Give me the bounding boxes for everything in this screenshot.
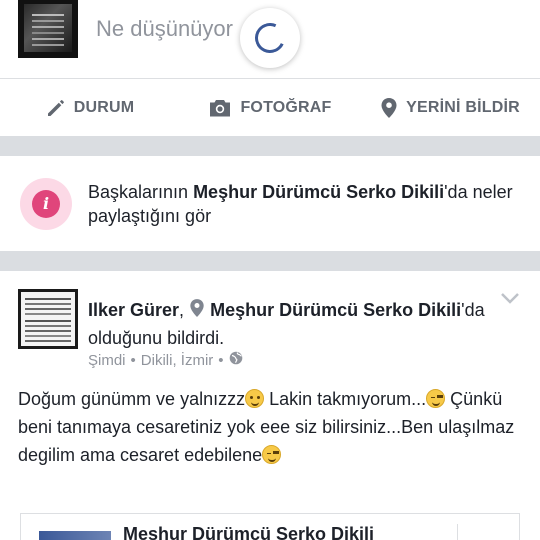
suggestion-place-link[interactable]: Meşhur Dürümcü Serko Dikili [193,182,444,202]
feed-post: Ilker Gürer, Meşhur Dürümcü Serko Dikili… [0,271,540,540]
smile-emoji-icon [245,389,265,408]
status-button[interactable]: DURUM [0,79,180,136]
spinner-icon [250,18,290,58]
location-pin-icon [189,298,205,325]
feed-separator [0,251,540,271]
divider [457,524,458,540]
checkin-label: YERİNİ BİLDİR [406,98,520,116]
suggestion-text: Başkalarının Meşhur Dürümcü Serko Dikili… [88,182,513,226]
user-avatar[interactable] [18,0,78,58]
shared-place-card[interactable]: Meşhur Dürümcü Serko Dikili [20,513,520,540]
composer-input[interactable]: Ne düşünüyor [96,16,233,42]
post-location[interactable]: Dikili, İzmir [141,352,214,369]
post-header: Ilker Gürer, Meşhur Dürümcü Serko Dikili… [88,298,485,348]
location-pin-icon [380,97,398,119]
info-badge: i [20,178,72,230]
wink-emoji-icon [262,445,282,464]
meta-dot: • [130,351,136,369]
post-meta: Şimdi • Dikili, İzmir • [88,351,243,369]
feed-separator [0,136,540,156]
place-name-link[interactable]: Meşhur Dürümcü Serko Dikili [210,300,461,320]
photo-label: FOTOĞRAF [240,98,332,116]
camera-icon [208,98,232,118]
info-icon: i [32,190,60,218]
photo-button[interactable]: FOTOĞRAF [180,79,360,136]
shared-place-title: Meşhur Dürümcü Serko Dikili [123,524,375,540]
checkin-button[interactable]: YERİNİ BİLDİR [360,79,540,136]
author-avatar[interactable] [18,289,78,349]
place-thumbnail [39,531,111,540]
composer-actions: DURUM FOTOĞRAF YERİNİ BİLDİR [0,79,540,136]
author-name-link[interactable]: Ilker Gürer [88,300,179,320]
wink-emoji-icon [426,389,446,408]
post-timestamp[interactable]: Şimdi [88,352,126,369]
suggestion-card[interactable]: i Başkalarının Meşhur Dürümcü Serko Diki… [0,156,540,251]
loading-spinner [240,8,300,68]
chevron-down-icon[interactable] [500,291,520,310]
pencil-icon [46,98,66,118]
post-text: Doğum günümm ve yalnızzz Lakin takmıyoru… [18,389,515,465]
meta-dot: • [218,351,224,369]
composer: Ne düşünüyor DURUM FOTOĞRAF YERİNİ BİLDİ… [0,0,540,136]
status-label: DURUM [73,98,135,116]
globe-icon [229,351,243,369]
